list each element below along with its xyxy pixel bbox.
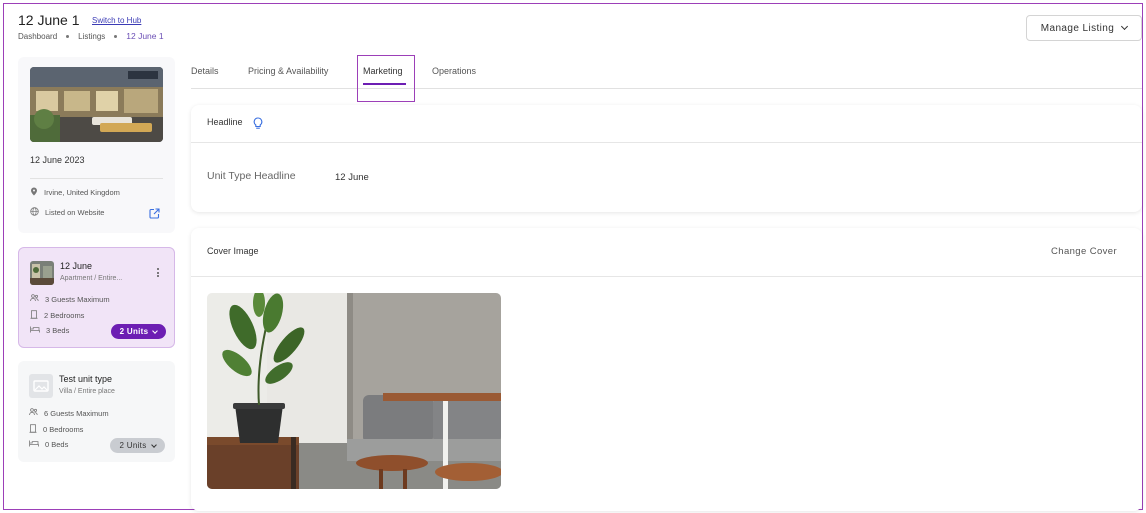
location-pin-icon bbox=[30, 187, 38, 198]
tab-marketing[interactable]: Marketing bbox=[363, 66, 403, 76]
tab-details[interactable]: Details bbox=[191, 66, 219, 76]
chevron-down-icon bbox=[150, 441, 157, 448]
units-dropdown-button[interactable]: 2 Units bbox=[111, 324, 166, 339]
guests-row: 3 Guests Maximum bbox=[30, 294, 110, 304]
divider bbox=[191, 276, 1142, 277]
unit-type: Villa / Entire place bbox=[59, 388, 115, 395]
breadcrumb-separator bbox=[114, 34, 118, 38]
unit-card-12-june[interactable]: 12 June Apartment / Entire... 3 Guests M… bbox=[18, 247, 175, 348]
cover-image bbox=[207, 293, 501, 489]
page-title: 12 June 1 bbox=[18, 12, 80, 28]
bed-icon bbox=[30, 326, 40, 335]
unit-type: Apartment / Entire... bbox=[60, 275, 123, 282]
tab-focus-ring bbox=[357, 55, 415, 102]
listed-text: Listed on Website bbox=[45, 208, 105, 217]
guests-icon bbox=[30, 294, 39, 304]
active-tab-indicator bbox=[363, 83, 406, 85]
change-cover-button[interactable]: Change Cover bbox=[1051, 246, 1117, 257]
beds-text: 3 Beds bbox=[46, 326, 70, 335]
breadcrumb-listings[interactable]: Listings bbox=[78, 32, 105, 41]
bedrooms-row: 2 Bedrooms bbox=[30, 310, 84, 321]
bedrooms-row: 0 Bedrooms bbox=[29, 424, 83, 435]
breadcrumb-dashboard[interactable]: Dashboard bbox=[18, 32, 57, 41]
unit-type-headline-value[interactable]: 12 June bbox=[335, 172, 369, 183]
divider bbox=[30, 178, 163, 179]
cover-image-panel: Cover Image Change Cover bbox=[191, 228, 1142, 511]
guests-text: 3 Guests Maximum bbox=[45, 294, 110, 304]
listing-tabs: Details Pricing & Availability Marketing… bbox=[191, 55, 1142, 102]
unit-photo-placeholder bbox=[29, 374, 53, 398]
listing-summary-card: 12 June 2023 Irvine, United Kingdom List… bbox=[18, 57, 175, 233]
tab-pricing-availability[interactable]: Pricing & Availability bbox=[248, 66, 328, 76]
breadcrumb-separator bbox=[66, 34, 70, 38]
listing-date: 12 June 2023 bbox=[30, 155, 85, 165]
manage-listing-label: Manage Listing bbox=[1040, 22, 1115, 34]
beds-row: 0 Beds bbox=[29, 440, 68, 449]
bedrooms-text: 0 Bedrooms bbox=[43, 425, 84, 434]
breadcrumb: Dashboard Listings 12 June 1 bbox=[18, 31, 164, 41]
units-count-label: 2 Units bbox=[119, 441, 147, 450]
unit-photo bbox=[30, 261, 54, 285]
manage-listing-button[interactable]: Manage Listing bbox=[1026, 15, 1142, 41]
more-options-icon[interactable] bbox=[157, 268, 161, 277]
bedrooms-text: 2 Bedrooms bbox=[44, 311, 85, 320]
beds-row: 3 Beds bbox=[30, 326, 69, 335]
beds-text: 0 Beds bbox=[45, 440, 69, 449]
guests-row: 6 Guests Maximum bbox=[29, 408, 109, 418]
unit-type-headline-label: Unit Type Headline bbox=[207, 170, 296, 182]
breadcrumb-current: 12 June 1 bbox=[126, 31, 164, 41]
location-text: Irvine, United Kingdom bbox=[44, 188, 120, 197]
guests-icon bbox=[29, 408, 38, 418]
headline-title: Headline bbox=[207, 117, 243, 127]
tab-operations[interactable]: Operations bbox=[432, 66, 476, 76]
external-link-icon[interactable] bbox=[149, 206, 160, 219]
cover-image-title: Cover Image bbox=[207, 246, 259, 256]
listing-photo bbox=[30, 67, 163, 142]
guests-text: 6 Guests Maximum bbox=[44, 408, 109, 418]
listed-row: Listed on Website bbox=[30, 207, 104, 218]
unit-card-test-unit-type[interactable]: Test unit type Villa / Entire place 6 Gu… bbox=[18, 361, 175, 462]
bed-icon bbox=[29, 440, 39, 449]
divider bbox=[191, 142, 1142, 143]
unit-name: 12 June bbox=[60, 261, 93, 271]
switch-to-hub-link[interactable]: Switch to Hub bbox=[92, 16, 141, 25]
unit-name: Test unit type bbox=[59, 374, 113, 384]
app-frame: 12 June 1 Switch to Hub Dashboard Listin… bbox=[3, 3, 1143, 511]
units-dropdown-button[interactable]: 2 Units bbox=[110, 438, 165, 453]
chevron-down-icon bbox=[1121, 22, 1129, 31]
door-icon bbox=[30, 310, 38, 321]
chevron-down-icon bbox=[152, 327, 159, 334]
location-row: Irvine, United Kingdom bbox=[30, 187, 120, 198]
units-count-label: 2 Units bbox=[119, 327, 149, 336]
door-icon bbox=[29, 424, 37, 435]
globe-icon bbox=[30, 207, 39, 218]
lightbulb-icon[interactable] bbox=[252, 117, 264, 130]
headline-panel: Headline Unit Type Headline 12 June bbox=[191, 105, 1142, 212]
